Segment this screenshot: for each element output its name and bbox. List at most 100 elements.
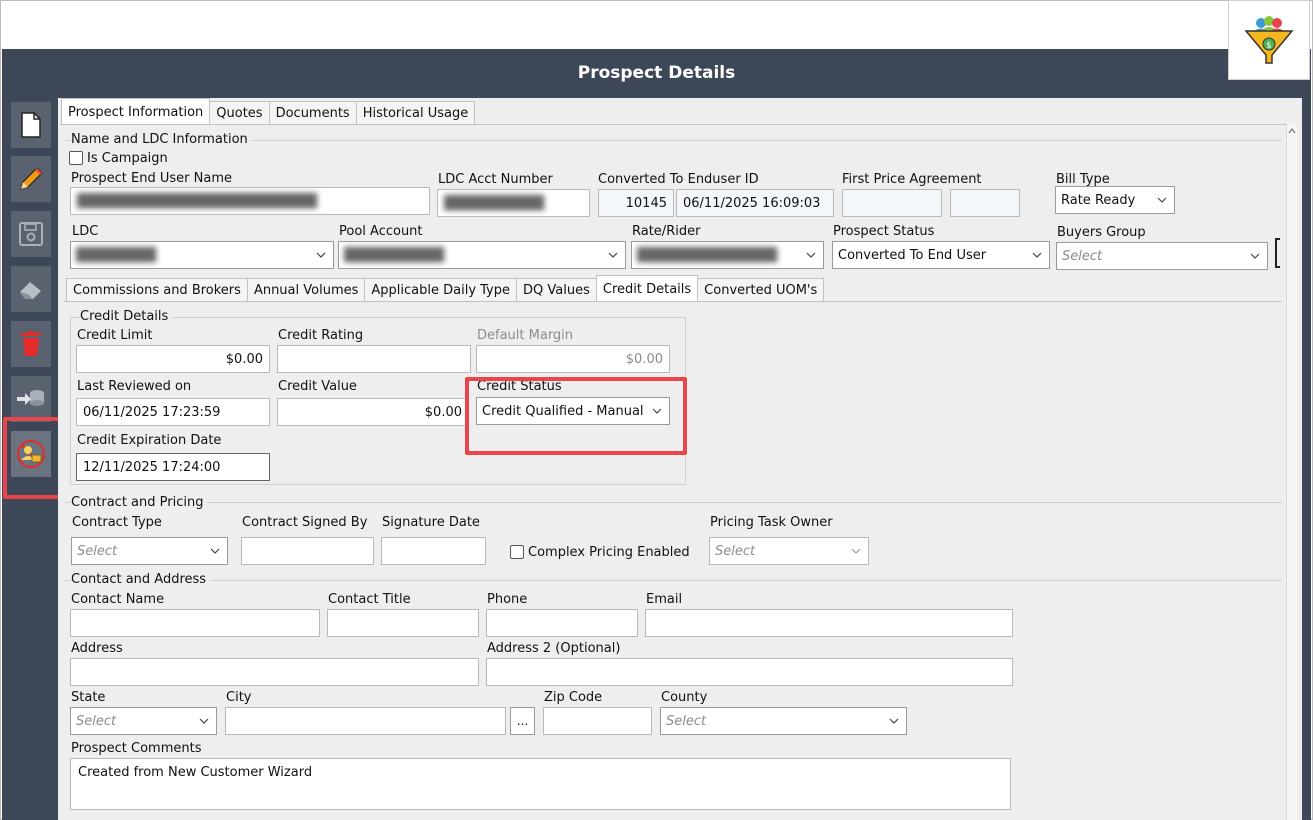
- delete-button[interactable]: [11, 321, 51, 367]
- tab-underline: [60, 124, 1296, 125]
- pricing-task-owner-label: Pricing Task Owner: [710, 515, 833, 530]
- credit-details-section-title: Credit Details: [80, 309, 173, 324]
- signature-date-label: Signature Date: [382, 515, 480, 530]
- prospect-status-value: Converted To End User: [838, 247, 987, 263]
- default-margin-field: $0.00: [476, 345, 670, 373]
- tab-applicable-daily-type[interactable]: Applicable Daily Type: [364, 278, 518, 302]
- tab-dq-values[interactable]: DQ Values: [516, 278, 597, 302]
- chevron-down-icon: [199, 718, 209, 724]
- complex-pricing-label: Complex Pricing Enabled: [528, 545, 690, 560]
- bill-type-select[interactable]: Rate Ready: [1055, 186, 1175, 214]
- zip-code-label: Zip Code: [544, 690, 603, 705]
- default-margin-label: Default Margin: [477, 328, 574, 343]
- buyers-group-select[interactable]: Select: [1056, 242, 1268, 270]
- phone-field[interactable]: [486, 609, 638, 637]
- chevron-down-icon: [806, 252, 816, 258]
- state-placeholder: Select: [76, 713, 117, 729]
- city-lookup-button[interactable]: ...: [510, 707, 535, 735]
- county-select[interactable]: Select: [660, 707, 907, 735]
- signature-date-field[interactable]: [381, 537, 486, 565]
- chevron-down-icon: [608, 252, 618, 258]
- contract-section-title: Contract and Pricing: [71, 495, 208, 510]
- highlight-credit-status: [465, 377, 687, 455]
- credit-rating-field[interactable]: [277, 345, 471, 373]
- prospect-end-user-name-field[interactable]: ████████████████████████: [70, 187, 430, 215]
- app-logo: $: [1228, 0, 1310, 80]
- chevron-down-icon: [316, 252, 326, 258]
- county-placeholder: Select: [666, 713, 707, 729]
- ldc-acct-number-field[interactable]: ██████████: [437, 189, 590, 217]
- title-bar: Prospect Details: [2, 49, 1311, 98]
- tab-quotes[interactable]: Quotes: [209, 101, 270, 125]
- contract-divider: [64, 502, 1282, 503]
- first-price-agreement-field-2: [950, 189, 1020, 217]
- complex-pricing-checkbox[interactable]: [510, 545, 524, 559]
- chevron-down-icon: [851, 548, 861, 554]
- is-campaign-checkbox[interactable]: [69, 151, 83, 165]
- bill-type-label: Bill Type: [1056, 172, 1110, 187]
- svg-text:$: $: [1266, 41, 1272, 51]
- city-label: City: [226, 690, 252, 705]
- contact-name-label: Contact Name: [71, 592, 165, 607]
- contact-title-field[interactable]: [327, 609, 479, 637]
- first-price-agreement-field-1: [842, 189, 942, 217]
- chevron-down-icon: [1250, 253, 1260, 259]
- chevron-down-icon: [889, 718, 899, 724]
- last-reviewed-field[interactable]: 06/11/2025 17:23:59: [76, 398, 270, 426]
- contract-type-placeholder: Select: [77, 543, 118, 559]
- tab-annual-volumes[interactable]: Annual Volumes: [246, 278, 366, 302]
- save-button[interactable]: [11, 211, 51, 257]
- tab-prospect-information[interactable]: Prospect Information: [61, 98, 211, 125]
- tab-converted-uoms[interactable]: Converted UOM's: [697, 278, 825, 302]
- ldc-acct-number-label: LDC Acct Number: [438, 172, 553, 187]
- contract-type-select[interactable]: Select: [71, 537, 228, 565]
- chevron-down-icon: [210, 548, 220, 554]
- pool-account-select[interactable]: ██████████: [338, 241, 626, 269]
- email-field[interactable]: [645, 609, 1013, 637]
- converted-to-enduser-id-label: Converted To Enduser ID: [598, 172, 759, 187]
- tab-historical-usage[interactable]: Historical Usage: [355, 101, 476, 125]
- prospect-comments-label: Prospect Comments: [71, 741, 202, 756]
- buyers-group-label: Buyers Group: [1057, 225, 1146, 240]
- city-field[interactable]: [225, 707, 506, 735]
- contact-divider: [64, 580, 1282, 581]
- sub-tab-underline: [64, 301, 1282, 302]
- convert-button[interactable]: [11, 376, 51, 422]
- ldc-select[interactable]: ████████: [70, 241, 334, 269]
- edit-button[interactable]: [11, 156, 51, 202]
- vertical-scrollbar[interactable]: [1286, 124, 1297, 820]
- phone-label: Phone: [487, 592, 528, 607]
- tab-commissions-and-brokers[interactable]: Commissions and Brokers: [66, 278, 248, 302]
- prospect-status-select[interactable]: Converted To End User: [832, 241, 1050, 269]
- funnel-logo-icon: $: [1244, 16, 1294, 64]
- tab-documents[interactable]: Documents: [268, 101, 357, 125]
- prospect-status-label: Prospect Status: [833, 224, 935, 239]
- credit-value-label: Credit Value: [278, 379, 357, 394]
- prospect-comments-textarea[interactable]: Created from New Customer Wizard: [70, 758, 1011, 810]
- credit-limit-field[interactable]: $0.00: [76, 345, 270, 373]
- rate-rider-label: Rate/Rider: [632, 224, 701, 239]
- prospect-end-user-name-label: Prospect End User Name: [71, 171, 232, 186]
- new-button[interactable]: [11, 102, 51, 148]
- delete-trash-icon: [21, 331, 41, 356]
- county-label: County: [661, 690, 708, 705]
- address2-field[interactable]: [486, 658, 1013, 686]
- contract-signed-by-field[interactable]: [241, 537, 374, 565]
- contact-name-field[interactable]: [70, 609, 320, 637]
- clear-button[interactable]: [11, 266, 51, 312]
- tab-credit-details[interactable]: Credit Details: [595, 275, 699, 302]
- credit-value-field[interactable]: $0.00: [277, 398, 469, 426]
- state-select[interactable]: Select: [70, 707, 217, 735]
- credit-limit-label: Credit Limit: [77, 328, 153, 343]
- sub-tabs: Commissions and Brokers Annual Volumes A…: [66, 275, 825, 302]
- zip-code-field[interactable]: [543, 707, 652, 735]
- converted-date-field: 06/11/2025 16:09:03: [676, 189, 834, 217]
- credit-expiration-label: Credit Expiration Date: [77, 433, 222, 448]
- address-field[interactable]: [70, 658, 479, 686]
- pricing-task-owner-select[interactable]: Select: [709, 537, 869, 565]
- rate-rider-select[interactable]: ██████████████: [631, 241, 824, 269]
- contract-signed-by-label: Contract Signed By: [242, 515, 368, 530]
- state-label: State: [71, 690, 106, 705]
- edit-pencil-icon: [20, 167, 43, 190]
- credit-expiration-field[interactable]: 12/11/2025 17:24:00: [76, 453, 270, 481]
